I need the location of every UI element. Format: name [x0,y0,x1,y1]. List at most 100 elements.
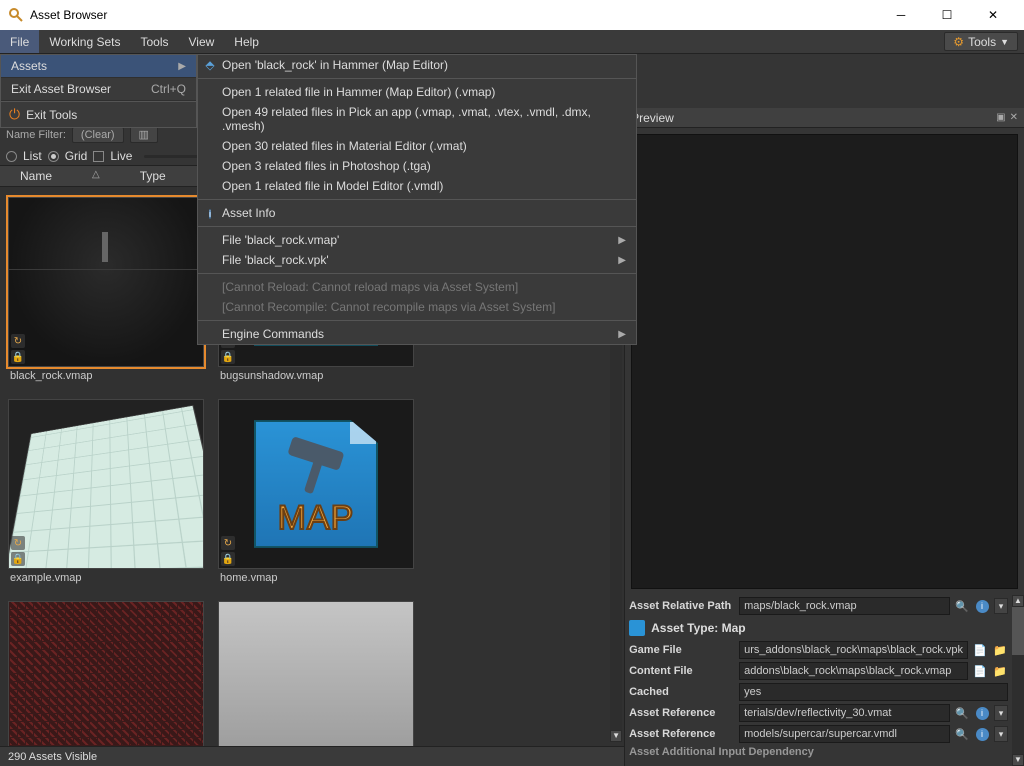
map-type-icon [629,620,645,636]
label-asset-reference: Asset Reference [629,707,735,719]
close-panel-icon[interactable]: ✕ [1010,112,1018,123]
lock-icon: 🔒 [11,350,25,364]
cm-open-30[interactable]: Open 30 related files in Material Editor… [198,136,636,156]
undock-icon[interactable]: ▣ [996,112,1005,123]
menu-help[interactable]: Help [224,30,269,53]
col-type[interactable]: Type [140,169,166,183]
info-icon[interactable]: i [974,598,990,614]
radio-list[interactable] [6,151,17,162]
asset-card[interactable]: ◆ inverted_sphere.vmat [218,601,414,746]
explore-icon[interactable]: 📁 [992,642,1008,658]
label-asset-reference: Asset Reference [629,728,735,740]
info-icon[interactable]: i [974,705,990,721]
asset-caption: home.vmap [218,569,414,587]
field-relative-path[interactable]: maps/black_rock.vmap [739,597,950,615]
scroll-down-button[interactable]: ▼ [610,730,622,742]
chevron-down-icon[interactable]: ▾ [994,598,1008,614]
lock-icon: 🔒 [11,552,25,566]
menu-view[interactable]: View [179,30,225,53]
file-menu-assets[interactable]: Assets ▶ [1,55,196,78]
field-cached[interactable]: yes [739,683,1008,701]
asset-card[interactable]: MAP ↻🔒 home.vmap [218,399,414,587]
file-menu: Assets ▶ Exit Asset Browser Ctrl+Q ⏻ Exi… [0,54,197,128]
menu-tools[interactable]: Tools [130,30,178,53]
label-game-file: Game File [629,644,735,656]
window-title: Asset Browser [30,8,107,22]
cm-open-1-hammer[interactable]: Open 1 related file in Hammer (Map Edito… [198,82,636,102]
assets-context-menu: ⬘ Open 'black_rock' in Hammer (Map Edito… [197,54,637,345]
asset-card[interactable]: ↻🔒 example.vmap [8,399,204,587]
scroll-down-button[interactable]: ▼ [1012,754,1024,766]
refresh-icon: ↻ [11,334,25,348]
close-button[interactable]: ✕ [970,0,1016,30]
refresh-icon: ↻ [11,536,25,550]
gear-icon: ⚙ [953,35,964,49]
maximize-button[interactable]: ☐ [924,0,970,30]
filter-icon-button[interactable]: ▥ [130,126,158,143]
search-icon[interactable]: 🔍 [954,598,970,614]
copy-icon[interactable]: 📄 [972,663,988,679]
minimize-button[interactable]: ─ [878,0,924,30]
chevron-down-icon[interactable]: ▾ [994,705,1008,721]
sort-icon: △ [92,169,100,183]
radio-grid[interactable] [48,151,59,162]
asset-type-row: Asset Type: Map [629,618,1008,638]
properties-panel: Asset Relative Path maps/black_rock.vmap… [625,595,1012,766]
copy-icon[interactable]: 📄 [972,642,988,658]
field-content-file[interactable]: addons\black_rock\maps\black_rock.vmap [739,662,968,680]
col-name[interactable]: Name [20,169,52,183]
asset-card[interactable]: ↻🔒 black_rock.vmap [8,197,204,385]
checkbox-live[interactable] [93,151,104,162]
field-game-file[interactable]: urs_addons\black_rock\maps\black_rock.vp… [739,641,968,659]
cm-file-vpk[interactable]: File 'black_rock.vpk'▶ [198,250,636,270]
cm-open-49[interactable]: Open 49 related files in Pick an app (.v… [198,102,636,136]
search-icon[interactable]: 🔍 [954,705,970,721]
clear-filter-button[interactable]: (Clear) [72,127,124,143]
tools-dropdown-button[interactable]: ⚙ Tools ▼ [944,32,1018,51]
cm-asset-info[interactable]: i Asset Info [198,203,636,223]
asset-card[interactable]: ◆ trans_noshadow.vmat [8,601,204,746]
field-asset-reference-2[interactable]: models/supercar/supercar.vmdl [739,725,950,743]
submenu-arrow-icon: ▶ [178,61,186,72]
cm-open-hammer[interactable]: ⬘ Open 'black_rock' in Hammer (Map Edito… [198,55,636,75]
scroll-up-button[interactable]: ▲ [1012,595,1024,607]
preview-title: Preview [631,111,674,125]
asset-thumbnail: ◆ [8,601,204,746]
cm-file-vmap[interactable]: File 'black_rock.vmap'▶ [198,230,636,250]
hammer-icon: ⬘ [202,58,218,72]
label-additional-dependency: Asset Additional Input Dependency [629,746,814,758]
submenu-arrow-icon: ▶ [618,235,626,246]
file-menu-exit-browser[interactable]: Exit Asset Browser Ctrl+Q [1,78,196,101]
properties-scrollbar[interactable]: ▲ ▼ [1012,595,1024,766]
preview-viewport[interactable] [631,134,1018,589]
asset-caption: bugsunshadow.vmap [218,367,414,385]
submenu-arrow-icon: ▶ [618,255,626,266]
refresh-icon: ↻ [221,536,235,550]
scroll-thumb[interactable] [1012,607,1024,655]
file-menu-exit-tools[interactable]: ⏻ Exit Tools [1,102,196,127]
chevron-down-icon: ▼ [1000,37,1009,47]
label-grid: Grid [65,149,88,163]
label-list: List [23,149,42,163]
chevron-down-icon[interactable]: ▾ [994,726,1008,742]
explore-icon[interactable]: 📁 [992,663,1008,679]
name-filter-label: Name Filter: [6,129,66,141]
asset-caption: example.vmap [8,569,204,587]
search-icon[interactable]: 🔍 [954,726,970,742]
field-asset-reference-1[interactable]: terials/dev/reflectivity_30.vmat [739,704,950,722]
cm-open-3[interactable]: Open 3 related files in Photoshop (.tga) [198,156,636,176]
cm-engine-commands[interactable]: Engine Commands▶ [198,324,636,344]
info-icon: i [202,206,218,221]
menu-working-sets[interactable]: Working Sets [39,30,130,53]
asset-thumbnail: MAP ↻🔒 [218,399,414,569]
menu-file[interactable]: File [0,30,39,53]
app-icon [8,7,24,23]
submenu-arrow-icon: ▶ [618,329,626,340]
label-relative-path: Asset Relative Path [629,600,735,612]
asset-thumbnail: ↻🔒 [8,197,204,367]
info-icon[interactable]: i [974,726,990,742]
asset-thumbnail: ↻🔒 [8,399,204,569]
cm-open-1-model[interactable]: Open 1 related file in Model Editor (.vm… [198,176,636,196]
label-content-file: Content File [629,665,735,677]
status-bar: 290 Assets Visible [0,746,624,766]
